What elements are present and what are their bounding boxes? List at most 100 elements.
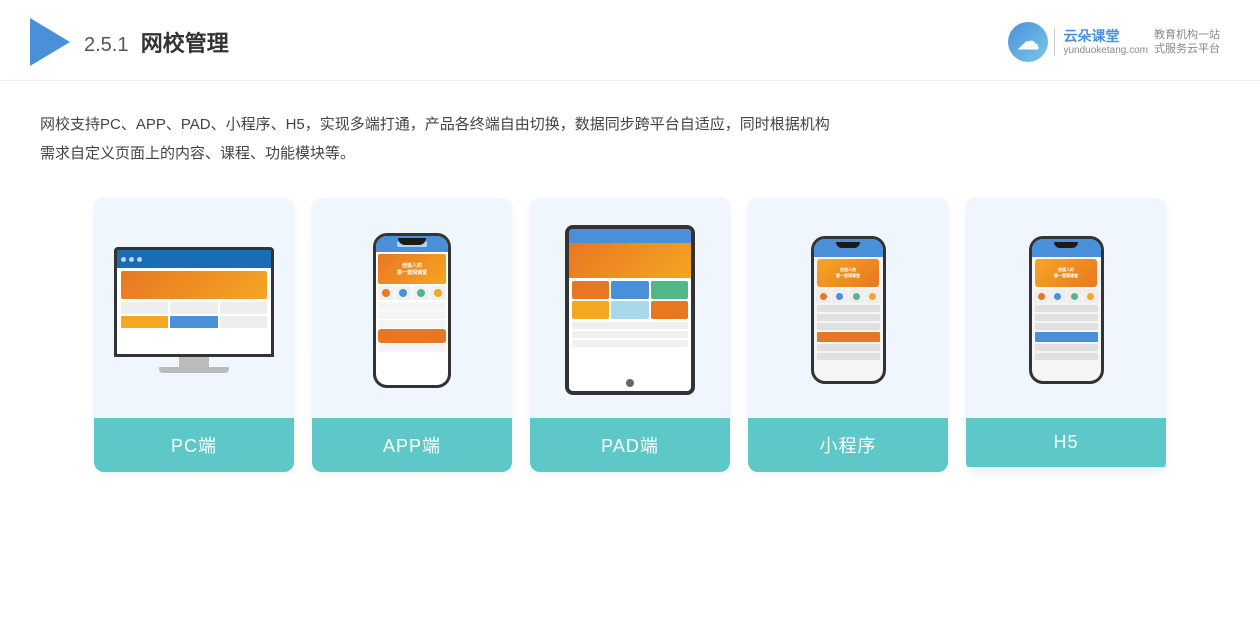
mp-dot-1 (820, 293, 827, 300)
header-left: 2.5.1 网校管理 (30, 18, 229, 66)
app-phone-banner: 创造人的第一堂闯课堂 (378, 254, 446, 284)
pc-cell-5 (170, 316, 217, 328)
brand-logo: 云朵课堂 yunduoketang.com 教育机构一站 式服务云平台 (1008, 22, 1220, 62)
mp-dot-4 (869, 293, 876, 300)
pc-cell-6 (220, 316, 267, 328)
card-app-image: 创造人的第一堂闯课堂 (312, 198, 512, 418)
mp-cta (817, 332, 880, 342)
app-phone-mockup: 创造人的第一堂闯课堂 (373, 233, 451, 388)
brand-slogan-line2: 式服务云平台 (1154, 42, 1220, 56)
card-pad-image (530, 198, 730, 418)
h5-rows (1032, 305, 1101, 360)
card-h5-label: H5 (966, 418, 1166, 467)
h5-phone-mockup: 创造人的第一堂闯课堂 (1029, 236, 1104, 384)
pc-screen (114, 247, 274, 357)
pc-dot-2 (129, 257, 134, 262)
mp-row-1 (817, 305, 880, 312)
pc-cell-3 (220, 302, 267, 314)
h5-row-1 (1035, 305, 1098, 312)
h5-icon-1 (1034, 289, 1050, 303)
pc-content-grid (121, 302, 267, 328)
app-grid-icon-2 (399, 289, 407, 297)
h5-row-2 (1035, 314, 1098, 321)
pad-card-1 (572, 281, 609, 299)
h5-row-5 (1035, 353, 1098, 360)
mp-row-4 (817, 344, 880, 351)
app-phone-screen: 创造人的第一堂闯课堂 (376, 236, 448, 385)
pc-cell-4 (121, 316, 168, 328)
card-h5: 创造人的第一堂闯课堂 (966, 198, 1166, 472)
h5-dot-2 (1054, 293, 1061, 300)
app-grid-2 (395, 286, 411, 300)
h5-banner: 创造人的第一堂闯课堂 (1035, 259, 1097, 287)
h5-banner-text: 创造人的第一堂闯课堂 (1054, 267, 1078, 279)
description-line2: 需求自定义页面上的内容、课程、功能模块等。 (40, 140, 1220, 169)
pad-tablet-screen (569, 229, 691, 391)
card-pad: PAD端 (530, 198, 730, 472)
pc-cell-2 (170, 302, 217, 314)
brand-text: 云朵课堂 yunduoketang.com (1054, 28, 1148, 56)
card-pad-label: PAD端 (530, 418, 730, 472)
pad-tablet-banner (569, 243, 691, 278)
h5-icon-4 (1083, 289, 1099, 303)
card-app-label: APP端 (312, 418, 512, 472)
app-grid-1 (378, 286, 394, 300)
h5-icon-2 (1050, 289, 1066, 303)
card-pc: PC端 (94, 198, 294, 472)
pad-row-2 (572, 331, 688, 338)
app-list-1 (378, 302, 446, 310)
pc-dot-1 (121, 257, 126, 262)
h5-row-4 (1035, 344, 1098, 351)
h5-cta (1035, 332, 1098, 342)
page-title: 2.5.1 网校管理 (84, 26, 229, 58)
h5-dot-3 (1071, 293, 1078, 300)
pad-rows (569, 322, 691, 347)
pad-tablet-mockup (565, 225, 695, 395)
pc-cell-1 (121, 302, 168, 314)
mp-row-3 (817, 323, 880, 330)
miniprogram-banner-text: 创造人的第一堂闯课堂 (836, 267, 860, 279)
miniprogram-icon-4 (865, 289, 881, 303)
h5-icons (1032, 289, 1101, 303)
miniprogram-rows (814, 305, 883, 360)
title-text: 网校管理 (141, 31, 229, 56)
pad-tablet-header (569, 229, 691, 243)
card-miniprogram: 创造人的第一堂闯课堂 (748, 198, 948, 472)
app-grid-4 (430, 286, 446, 300)
h5-notch (1054, 242, 1078, 248)
app-grid-3 (413, 286, 429, 300)
h5-icon-3 (1067, 289, 1083, 303)
pad-row-1 (572, 322, 688, 329)
pad-home-button (626, 379, 634, 387)
pc-dot-3 (137, 257, 142, 262)
app-list-2 (378, 311, 446, 319)
miniprogram-notch (836, 242, 860, 248)
miniprogram-banner: 创造人的第一堂闯课堂 (817, 259, 879, 287)
card-pc-image (94, 198, 294, 418)
pad-card-3 (651, 281, 688, 299)
mp-dot-3 (853, 293, 860, 300)
app-phone-content: 创造人的第一堂闯课堂 (376, 252, 448, 355)
pc-screen-bar (117, 250, 271, 268)
section-number: 2.5.1 (84, 34, 128, 56)
card-miniprogram-image: 创造人的第一堂闯课堂 (748, 198, 948, 418)
card-h5-image: 创造人的第一堂闯课堂 (966, 198, 1166, 418)
h5-dot-1 (1038, 293, 1045, 300)
card-app: 创造人的第一堂闯课堂 (312, 198, 512, 472)
h5-screen: 创造人的第一堂闯课堂 (1032, 239, 1101, 381)
mp-row-5 (817, 353, 880, 360)
description: 网校支持PC、APP、PAD、小程序、H5，实现多端打通，产品各终端自由切换，数… (0, 81, 1260, 178)
pc-mockup (114, 247, 274, 373)
miniprogram-phone-mockup: 创造人的第一堂闯课堂 (811, 236, 886, 384)
page: 2.5.1 网校管理 云朵课堂 yunduoketang.com 教育机构一站 … (0, 0, 1260, 630)
brand-domain: yunduoketang.com (1063, 45, 1148, 56)
h5-dot-4 (1087, 293, 1094, 300)
app-grid-icon-3 (417, 289, 425, 297)
description-line1: 网校支持PC、APP、PAD、小程序、H5，实现多端打通，产品各终端自由切换，数… (40, 111, 1220, 140)
brand-cloud-icon (1008, 22, 1048, 62)
app-grid-icon-4 (434, 289, 442, 297)
brand-slogan: 教育机构一站 式服务云平台 (1154, 28, 1220, 57)
pad-row-3 (572, 340, 688, 347)
app-phone-notch (398, 238, 426, 245)
card-pc-label: PC端 (94, 418, 294, 472)
